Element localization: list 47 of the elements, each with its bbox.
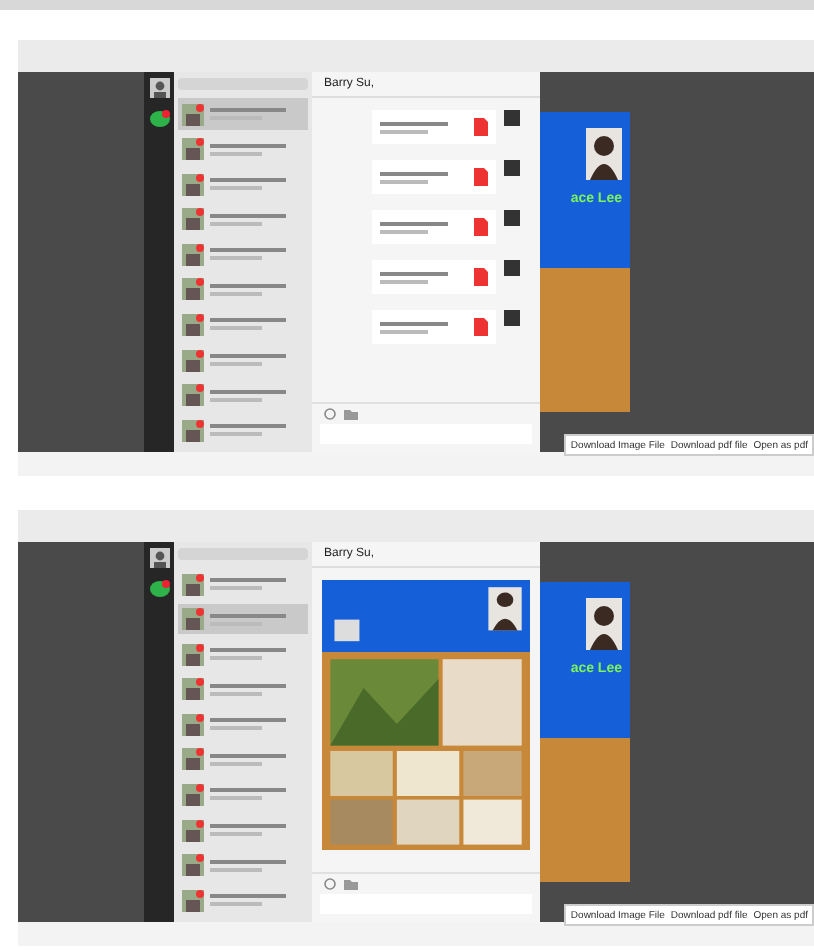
pdf-file-icon — [474, 168, 488, 186]
avatar-icon — [504, 260, 520, 276]
person-photo-icon — [586, 598, 622, 650]
folder-icon[interactable] — [344, 878, 358, 890]
avatar-icon — [504, 210, 520, 226]
emoji-icon[interactable] — [324, 878, 336, 890]
chat-item[interactable] — [178, 98, 308, 130]
avatar-icon — [182, 103, 204, 126]
folder-icon[interactable] — [344, 408, 358, 420]
person-photo-icon — [586, 128, 622, 180]
pdf-file-icon — [474, 118, 488, 136]
avatar-icon — [182, 854, 204, 877]
pdf-file-icon — [474, 218, 488, 236]
avatar-icon — [182, 643, 204, 666]
avatar-icon — [149, 78, 169, 98]
chat-item[interactable] — [178, 603, 308, 635]
emoji-icon[interactable] — [324, 408, 336, 420]
file-message[interactable] — [372, 310, 496, 344]
avatar-icon — [182, 889, 204, 912]
avatar-icon — [182, 243, 204, 266]
avatar-icon — [182, 173, 204, 196]
file-message[interactable] — [372, 160, 496, 194]
avatar-icon — [182, 713, 204, 736]
avatar-icon — [182, 783, 204, 806]
avatar-icon — [182, 313, 204, 336]
avatar-icon — [182, 608, 204, 631]
avatar-icon — [182, 419, 204, 442]
avatar-icon — [182, 678, 204, 701]
avatar-icon — [182, 573, 204, 596]
avatar-icon — [182, 208, 204, 231]
file-message[interactable] — [372, 260, 496, 294]
pdf-file-icon — [474, 318, 488, 336]
avatar-icon — [504, 160, 520, 176]
chat-icon[interactable] — [149, 580, 169, 598]
avatar-icon — [182, 138, 204, 161]
avatar-icon — [182, 748, 204, 771]
file-message[interactable] — [372, 210, 496, 244]
avatar-icon — [182, 384, 204, 407]
file-message[interactable] — [372, 110, 496, 144]
pdf-file-icon — [474, 268, 488, 286]
avatar-icon — [182, 349, 204, 372]
avatar-icon — [182, 278, 204, 301]
avatar-icon — [182, 819, 204, 842]
chat-icon[interactable] — [149, 110, 169, 128]
avatar-icon — [149, 548, 169, 568]
avatar-icon — [504, 310, 520, 326]
avatar-icon — [504, 110, 520, 126]
